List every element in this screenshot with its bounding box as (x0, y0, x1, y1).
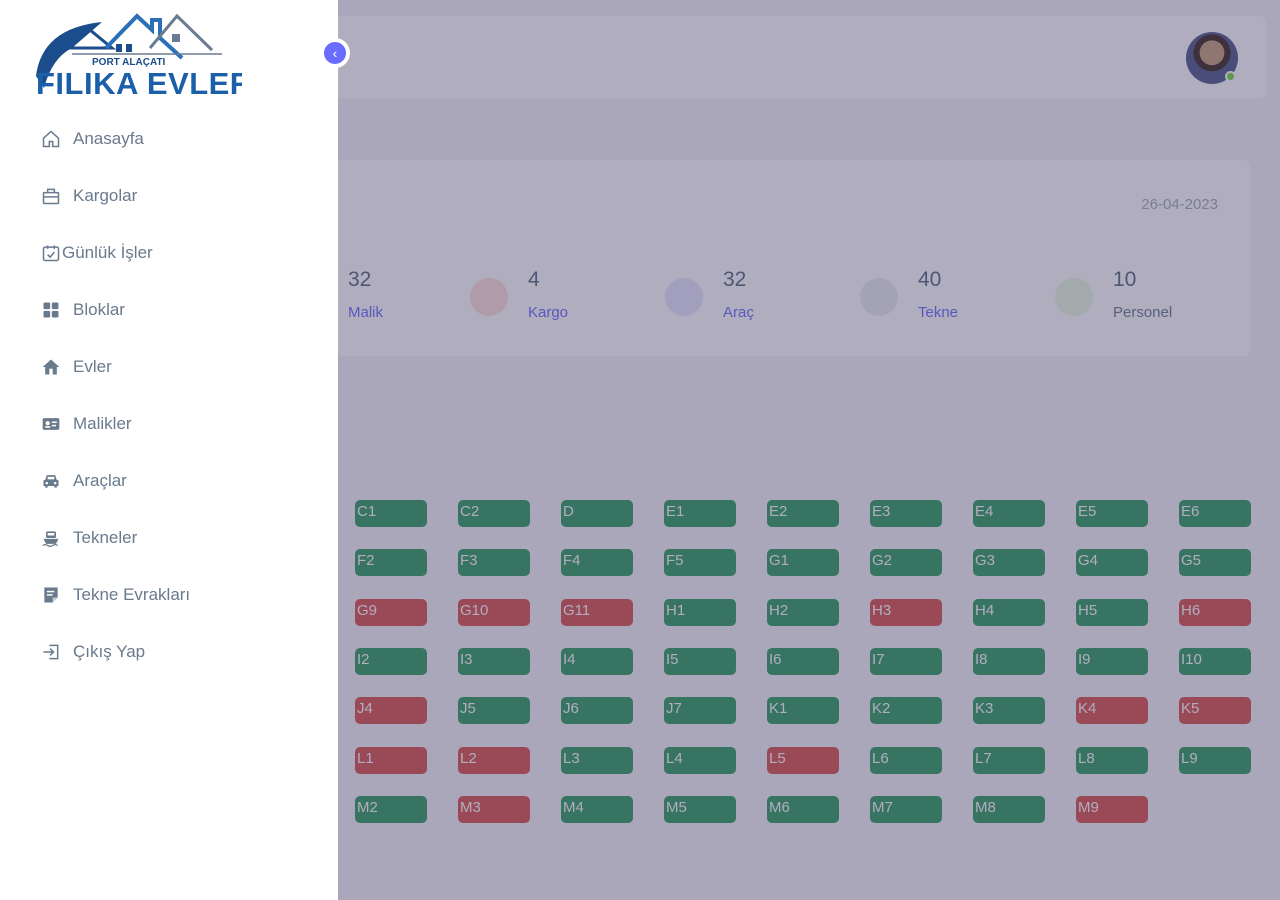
sidebar-item-evler[interactable]: Evler (0, 338, 338, 395)
document-icon (40, 584, 62, 606)
sidebar-item-label: Anasayfa (73, 128, 144, 148)
sidebar-item-araclar[interactable]: Araçlar (0, 452, 338, 509)
sidebar-item-anasayfa[interactable]: Anasayfa (0, 110, 338, 167)
sidebar-item-label: Araçlar (73, 470, 127, 490)
sidebar-item-gunluk-isler[interactable]: Günlük İşler (0, 224, 338, 281)
sidebar-nav: Anasayfa Kargolar Günlük İşler Bloklar E… (0, 110, 338, 680)
id-card-icon (40, 413, 62, 435)
chevron-left-icon: ‹ (332, 45, 338, 61)
calendar-check-icon (40, 242, 62, 264)
logout-icon (40, 641, 62, 663)
home-icon (40, 128, 62, 150)
sidebar-item-cikis-yap[interactable]: Çıkış Yap (0, 623, 338, 680)
brand-logo[interactable]: PORT ALAÇATI FILIKA EVLERI (32, 8, 261, 101)
sidebar-item-kargolar[interactable]: Kargolar (0, 167, 338, 224)
sidebar: PORT ALAÇATI FILIKA EVLERI Anasayfa Karg… (0, 0, 338, 900)
sidebar-item-label: Çıkış Yap (73, 641, 146, 661)
sidebar-item-tekneler[interactable]: Tekneler (0, 509, 338, 566)
grid-icon (40, 299, 62, 321)
collapse-menu-button[interactable]: ‹ (320, 38, 350, 68)
house-icon (40, 356, 62, 378)
car-icon (40, 470, 62, 492)
sidebar-item-label: Tekne Evrakları (73, 584, 191, 604)
cargo-icon (40, 185, 62, 207)
sidebar-item-tekne-evraklari[interactable]: Tekne Evrakları (0, 566, 338, 623)
sidebar-item-label: Günlük İşler (62, 242, 153, 262)
boat-icon (40, 527, 62, 549)
sidebar-item-label: Kargolar (73, 185, 138, 205)
sidebar-item-label: Bloklar (73, 299, 125, 319)
sidebar-item-malikler[interactable]: Malikler (0, 395, 338, 452)
sidebar-item-bloklar[interactable]: Bloklar (0, 281, 338, 338)
logo-main-text: FILIKA EVLERI (36, 66, 242, 100)
sidebar-item-label: Evler (73, 356, 112, 376)
sidebar-item-label: Malikler (73, 413, 132, 433)
sidebar-item-label: Tekneler (73, 527, 138, 547)
